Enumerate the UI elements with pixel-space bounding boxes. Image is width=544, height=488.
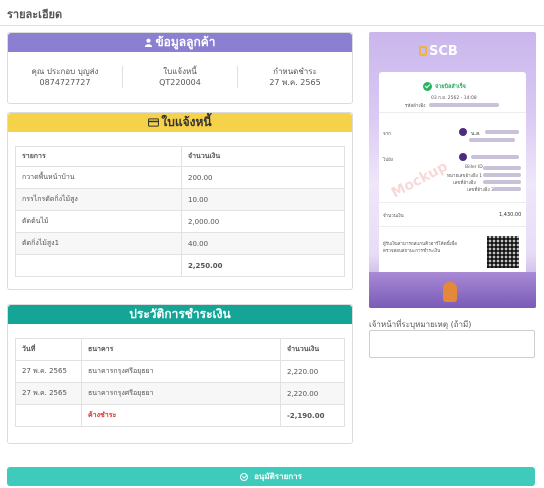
item-name: ตัดต้นไม้ — [15, 210, 182, 233]
note-textarea[interactable] — [369, 330, 535, 358]
item-amount: 200.00 — [181, 166, 345, 189]
item-amount: 2,000.00 — [181, 210, 345, 233]
customer-card-title: ข้อมูลลูกค้า — [155, 35, 216, 49]
payment-amount: 2,220.00 — [280, 382, 345, 405]
from-account-icon — [459, 128, 467, 136]
invoice-card-title: ใบแจ้งหนี้ — [161, 115, 212, 129]
payment-history-header: ประวัติการชำระเงิน — [8, 305, 352, 324]
invoice-card: ใบแจ้งหนี้ รายการ จำนวนเงิน กวาดพื้นหน้า… — [7, 112, 353, 290]
col-amount: จำนวนเงิน — [181, 146, 345, 167]
table-row: ตัดกิ่งไม้สูง1 40.00 — [15, 232, 345, 255]
slip-ref1-label: หมายเลขอ้างอิง 1 — [447, 174, 483, 179]
slip-bank-logo: SCB — [429, 44, 458, 59]
invoice-card-header: ใบแจ้งหนี้ — [8, 113, 352, 132]
slip-amount: 1,430.00 — [499, 212, 522, 218]
slip-biller-label: Biller ID — [465, 165, 483, 170]
payment-bank: ธนาคารกรุงศรีอยุธยา — [81, 360, 281, 383]
invoice-table-header: รายการ จำนวนเงิน — [15, 146, 345, 167]
slip-to-label: ไปยัง — [383, 158, 393, 163]
outstanding-row: ค้างชำระ -2,190.00 — [15, 404, 345, 427]
slip-from-label: จาก — [383, 132, 391, 137]
payment-table-header: วันที่ ธนาคาร จำนวนเงิน — [15, 338, 345, 361]
table-row: กรรไกรตัดกิ่งไม้สูง 10.00 — [15, 188, 345, 211]
table-row: 27 พ.ค. 2565 ธนาคารกรุงศรีอยุธยา 2,220.0… — [15, 382, 345, 405]
col-date: วันที่ — [15, 338, 82, 361]
due-date-value: 27 พ.ค. 2565 — [269, 78, 321, 87]
invoice-total-row: 2,250.00 — [15, 254, 345, 277]
customer-name-col: คุณ ประกอบ บุญส่ง 0874727727 — [8, 66, 122, 88]
item-name: ตัดกิ่งไม้สูง1 — [15, 232, 182, 255]
slip-amount-label: จำนวนเงิน — [383, 214, 404, 219]
slip-ref2-label: เลขที่อ้างอิง — [453, 181, 476, 186]
outstanding-amount: -2,190.00 — [280, 404, 345, 427]
slip-datetime: 03 ก.ย. 2562 - 14:08 — [431, 96, 477, 101]
table-row: กวาดพื้นหน้าบ้าน 200.00 — [15, 166, 345, 189]
dog-illustration — [443, 282, 457, 302]
due-date-col: กำหนดชำระ 27 พ.ค. 2565 — [237, 66, 352, 88]
scb-logo-mark — [419, 46, 427, 56]
invoice-icon — [148, 118, 160, 127]
slip-qr-note: ผู้รับเงินสามารถสแกนคิวอาร์โค้ดนี้เพื่อ — [383, 242, 457, 247]
qr-code — [487, 236, 519, 268]
payment-date: 27 พ.ค. 2565 — [15, 360, 82, 383]
invoice-no-value: QT220004 — [159, 78, 201, 87]
customer-phone: 0874727727 — [39, 78, 91, 87]
col-pay-amount: จำนวนเงิน — [280, 338, 345, 361]
payment-slip-image[interactable]: SCB จ่ายบิลสำเร็จ 03 ก.ย. 2562 - 14:08 ร… — [369, 32, 536, 308]
slip-from-name: น.ส. — [471, 131, 481, 137]
check-circle-icon — [240, 472, 249, 481]
detail-page: รายละเอียด ข้อมูลลูกค้า คุณ ประกอบ บุญส่… — [0, 0, 544, 488]
col-bank: ธนาคาร — [81, 338, 281, 361]
slip-qr-note-2: ตรวจสอบสถานะการชำระเงิน — [383, 249, 441, 254]
table-row: 27 พ.ค. 2565 ธนาคารกรุงศรีอยุธยา 2,220.0… — [15, 360, 345, 383]
item-amount: 40.00 — [181, 232, 345, 255]
approve-button-label: อนุมัติรายการ — [254, 472, 302, 481]
customer-card: ข้อมูลลูกค้า คุณ ประกอบ บุญส่ง 087472772… — [7, 32, 353, 104]
outstanding-label: ค้างชำระ — [81, 404, 281, 427]
col-item: รายการ — [15, 146, 182, 167]
approve-button[interactable]: อนุมัติรายการ — [7, 467, 535, 486]
customer-info-row: คุณ ประกอบ บุญส่ง 0874727727 ใบแจ้งหนี้ … — [8, 52, 352, 88]
item-name: กรรไกรตัดกิ่งไม้สูง — [15, 188, 182, 211]
invoice-no-col: ใบแจ้งหนี้ QT220004 — [122, 66, 237, 88]
payment-amount: 2,220.00 — [280, 360, 345, 383]
slip-ref-label: รหัสอ้างอิง — [405, 104, 426, 109]
page-title: รายละเอียด — [7, 8, 63, 21]
item-name: กวาดพื้นหน้าบ้าน — [15, 166, 182, 189]
payment-bank: ธนาคารกรุงศรีอยุธยา — [81, 382, 281, 405]
user-icon — [145, 38, 153, 47]
invoice-table: รายการ จำนวนเงิน กวาดพื้นหน้าบ้าน 200.00… — [15, 146, 345, 277]
invoice-no-label: ใบแจ้งหนี้ — [163, 67, 197, 76]
success-check-icon — [423, 82, 432, 91]
slip-ref3-label: เลขที่อ้างอิง 3 — [467, 188, 494, 193]
to-account-icon — [459, 153, 467, 161]
payment-date: 27 พ.ค. 2565 — [15, 382, 82, 405]
table-row: ตัดต้นไม้ 2,000.00 — [15, 210, 345, 233]
customer-name: คุณ ประกอบ บุญส่ง — [31, 67, 99, 76]
slip-status: จ่ายบิลสำเร็จ — [435, 84, 466, 90]
payment-table: วันที่ ธนาคาร จำนวนเงิน 27 พ.ค. 2565 ธนา… — [15, 338, 345, 427]
due-date-label: กำหนดชำระ — [273, 67, 317, 76]
page-header: รายละเอียด — [0, 0, 544, 26]
invoice-total: 2,250.00 — [181, 254, 345, 277]
customer-card-header: ข้อมูลลูกค้า — [8, 33, 352, 52]
item-amount: 10.00 — [181, 188, 345, 211]
payment-history-card: ประวัติการชำระเงิน วันที่ ธนาคาร จำนวนเง… — [7, 304, 353, 444]
